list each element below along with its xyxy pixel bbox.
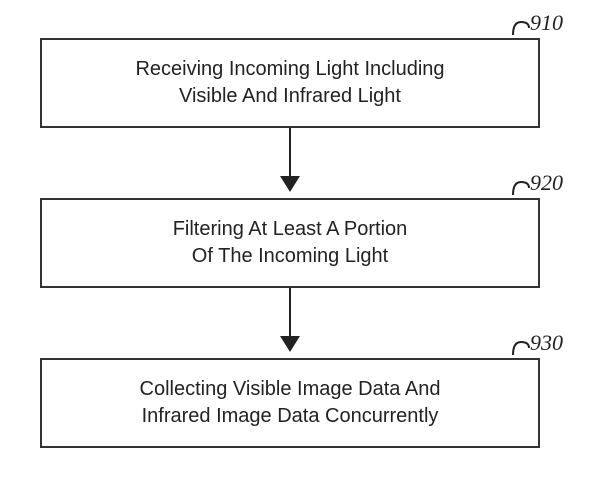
step-3-line2: Infrared Image Data Concurrently [142,403,439,430]
step-1-ref-hook [512,18,530,36]
step-2-line2: Of The Incoming Light [192,243,388,270]
step-1-ref-label: 910 [530,10,563,36]
step-box-2: Filtering At Least A Portion Of The Inco… [40,198,540,288]
arrow-2-shaft [289,288,291,338]
arrow-1-head [280,176,300,192]
step-box-1: Receiving Incoming Light Including Visib… [40,38,540,128]
step-2-line1: Filtering At Least A Portion [173,216,408,243]
step-3-ref-hook [512,338,530,356]
arrow-2-head [280,336,300,352]
step-2-ref-hook [512,178,530,196]
step-3-ref-label: 930 [530,330,563,356]
step-box-3: Collecting Visible Image Data And Infrar… [40,358,540,448]
arrow-1-shaft [289,128,291,178]
step-1-line2: Visible And Infrared Light [179,83,401,110]
step-2-ref-label: 920 [530,170,563,196]
step-3-line1: Collecting Visible Image Data And [140,376,441,403]
flowchart-canvas: 910 Receiving Incoming Light Including V… [0,0,599,500]
step-1-line1: Receiving Incoming Light Including [135,56,444,83]
